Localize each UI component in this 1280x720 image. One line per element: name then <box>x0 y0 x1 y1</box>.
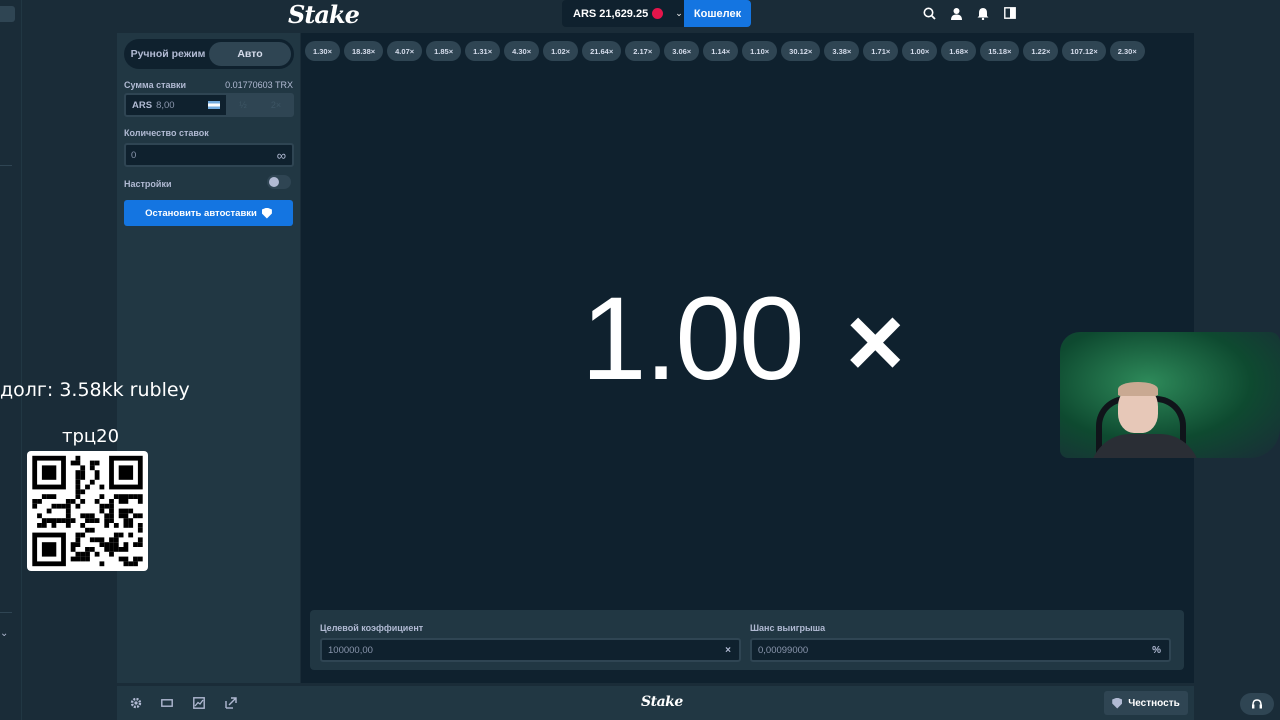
webcam-overlay <box>1060 332 1280 458</box>
balance-selector[interactable]: ARS 21,629.25 ⌄ <box>562 0 684 27</box>
theatre-mode-icon[interactable] <box>161 697 173 709</box>
sidebar-divider <box>0 165 12 166</box>
toggle-knob <box>269 177 279 187</box>
bets-count-input[interactable]: 0 ∞ <box>124 143 294 167</box>
search-icon[interactable] <box>921 5 937 21</box>
history-pill[interactable]: 1.68× <box>941 41 977 61</box>
win-chance-label: Шанс выигрыша <box>750 623 826 633</box>
gear-icon[interactable] <box>130 697 142 709</box>
history-pill[interactable]: 21.64× <box>582 41 622 61</box>
history-pill[interactable]: 1.85× <box>426 41 462 61</box>
wallet-button[interactable]: Кошелек <box>684 0 751 27</box>
headset-icon[interactable] <box>1240 693 1274 715</box>
target-multiplier-value: 100000,00 <box>328 644 373 656</box>
result-multiplier: 1.00 <box>581 273 805 405</box>
target-controls: Целевой коэффициент 100000,00 × Шанс выи… <box>310 610 1184 670</box>
history-pill[interactable]: 1.22× <box>1023 41 1059 61</box>
stats-icon[interactable] <box>193 697 205 709</box>
popout-icon[interactable] <box>225 697 237 709</box>
fairness-label: Честность <box>1128 697 1180 709</box>
bell-icon[interactable] <box>975 5 991 21</box>
stop-autobet-button[interactable]: Остановить автоставки <box>124 200 293 226</box>
result-multiplier-suffix: × <box>846 286 905 398</box>
history-pill[interactable]: 1.00× <box>902 41 938 61</box>
double-bet-button[interactable]: 2× <box>259 95 292 115</box>
history-pill[interactable]: 1.10× <box>742 41 778 61</box>
history-pill[interactable]: 1.14× <box>703 41 739 61</box>
tron-coin-icon <box>652 8 664 19</box>
bet-currency: ARS <box>132 99 153 111</box>
bet-amount-field: ARS 8,00 ½ 2× <box>124 93 294 117</box>
bet-amount-input[interactable]: ARS 8,00 <box>126 95 226 115</box>
qr-code-graphic <box>32 455 143 567</box>
sidebar-divider <box>0 612 12 613</box>
qr-code-image <box>27 451 148 571</box>
chevron-down-icon: ⌄ <box>675 8 683 18</box>
bets-count-value: 0 <box>131 149 137 161</box>
stream-overlay-debt: долг: 3.58kk rubley <box>0 379 190 401</box>
target-multiplier-input[interactable]: 100000,00 × <box>320 638 741 662</box>
balance-amount: ARS 21,629.25 <box>573 7 649 20</box>
history-pill[interactable]: 107.12× <box>1062 41 1106 61</box>
user-icon[interactable] <box>948 5 964 21</box>
history-bar: 1.30× 18.38× 4.07× 1.85× 1.31× 4.30× 1.02× 21.6… <box>305 41 1145 61</box>
stream-overlay-code: трц20 <box>62 426 120 447</box>
sidebar-toggle-icon[interactable] <box>1002 5 1018 21</box>
bet-controls-panel: Ручной режим Авто Сумма ставки 0.0177060… <box>117 33 300 683</box>
win-chance-input[interactable]: 0,00099000 % <box>750 638 1171 662</box>
percent-suffix: % <box>1152 644 1161 656</box>
argentina-flag-icon <box>208 101 220 109</box>
footer-stake-logo: Stake <box>641 694 683 710</box>
settings-toggle[interactable] <box>267 175 291 189</box>
history-pill[interactable]: 2.30× <box>1109 41 1145 61</box>
chevron-icon[interactable]: ⌄ <box>0 628 8 639</box>
tab-auto[interactable]: Авто <box>209 42 291 66</box>
history-pill[interactable]: 1.02× <box>543 41 579 61</box>
bet-value: 8,00 <box>156 99 175 111</box>
bets-count-label: Количество ставок <box>124 128 209 138</box>
history-pill[interactable]: 1.31× <box>465 41 501 61</box>
stop-autobet-label: Остановить автоставки <box>145 207 257 219</box>
settings-label: Настройки <box>124 179 172 189</box>
game-footer: Stake Честность <box>117 686 1194 720</box>
fairness-button[interactable]: Честность <box>1104 691 1188 715</box>
win-chance-value: 0,00099000 <box>758 644 809 656</box>
bet-amount-crypto: 0.01770603 TRX <box>225 80 293 90</box>
webcam-person-hair <box>1118 382 1158 396</box>
history-pill[interactable]: 3.38× <box>824 41 860 61</box>
sidebar-menu-chip[interactable] <box>0 6 15 22</box>
history-pill[interactable]: 1.71× <box>863 41 899 61</box>
shield-icon <box>261 207 272 219</box>
history-pill[interactable]: 2.17× <box>625 41 661 61</box>
history-pill[interactable]: 4.07× <box>387 41 423 61</box>
bet-amount-label: Сумма ставки <box>124 80 187 90</box>
stake-logo[interactable]: Stake <box>288 0 360 29</box>
target-multiplier-label: Целевой коэффициент <box>320 623 424 633</box>
history-pill[interactable]: 30.12× <box>781 41 821 61</box>
history-pill[interactable]: 18.38× <box>343 41 384 61</box>
history-pill[interactable]: 1.30× <box>305 41 340 61</box>
tab-manual[interactable]: Ручной режим <box>127 42 209 66</box>
history-pill[interactable]: 3.06× <box>664 41 700 61</box>
infinity-icon: ∞ <box>276 147 286 163</box>
history-pill[interactable]: 4.30× <box>504 41 540 61</box>
history-pill[interactable]: 15.18× <box>980 41 1020 61</box>
left-sidebar-collapsed: ⌄ <box>0 0 22 720</box>
multiplier-suffix: × <box>725 644 731 656</box>
half-bet-button[interactable]: ½ <box>226 95 259 115</box>
mode-toggle: Ручной режим Авто <box>124 39 294 69</box>
shield-check-icon <box>1112 697 1123 709</box>
